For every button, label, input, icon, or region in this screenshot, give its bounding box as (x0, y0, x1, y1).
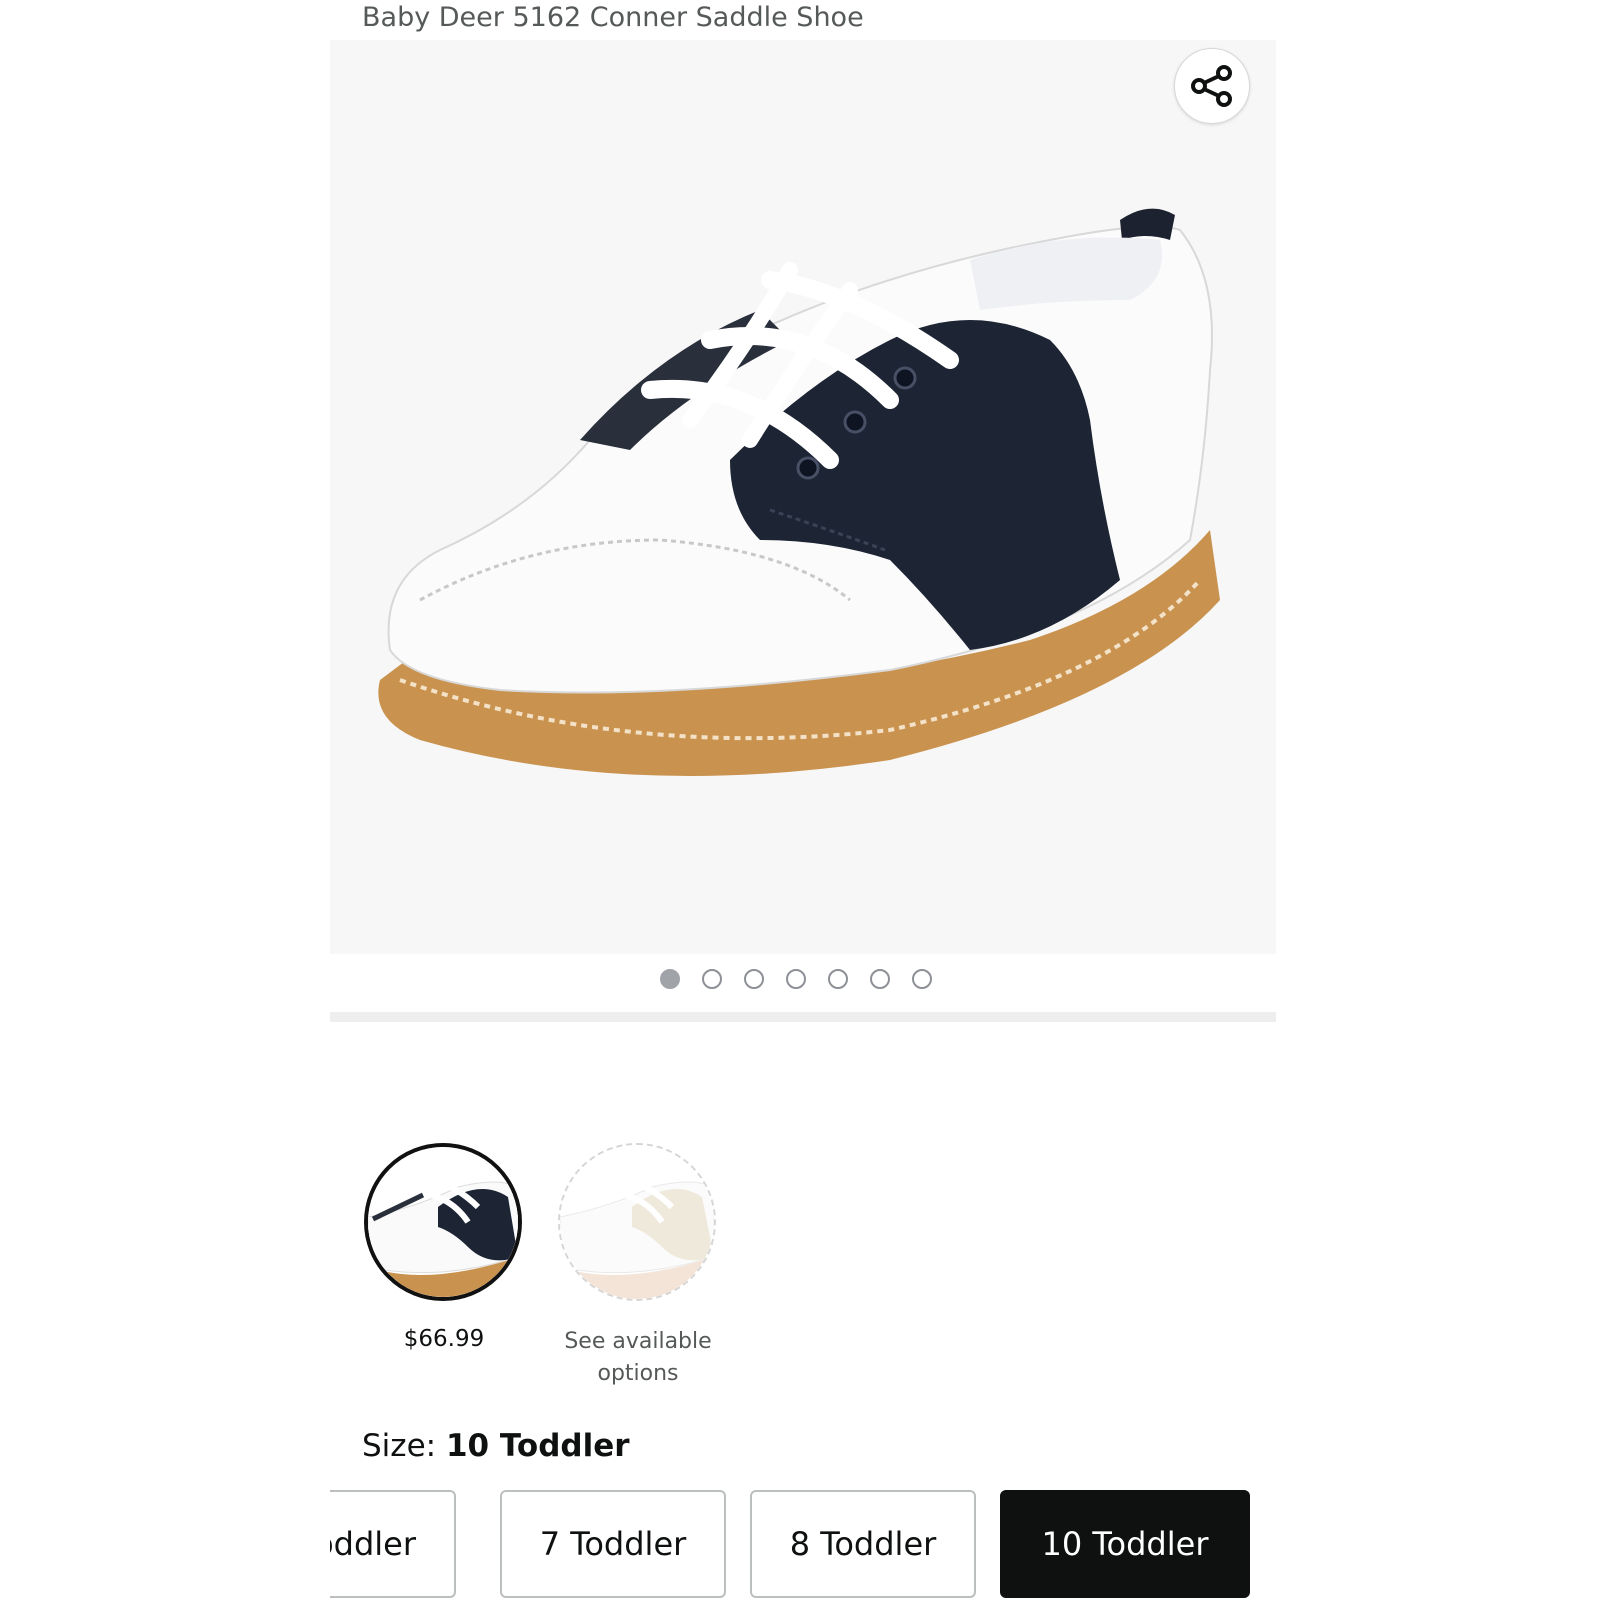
size-selected-value: 10 Toddler (445, 1428, 630, 1464)
carousel-pagination (660, 969, 932, 989)
product-title: Baby Deer 5162 Conner Saddle Shoe (362, 2, 864, 33)
size-option-10-toddler-selected[interactable]: 10 Toddler (1000, 1490, 1250, 1598)
carousel-dot-1[interactable] (660, 969, 680, 989)
size-option-partial[interactable]: Toddler (330, 1490, 456, 1598)
size-options-scroller[interactable]: Toddler 7 Toddler 8 Toddler 10 Toddler (330, 1490, 1276, 1600)
carousel-dot-6[interactable] (870, 969, 890, 989)
carousel-dot-4[interactable] (786, 969, 806, 989)
share-icon (1191, 65, 1232, 107)
swatch-image (368, 1147, 518, 1297)
product-image-carousel[interactable] (330, 40, 1276, 954)
color-swatch-white-beige[interactable] (558, 1143, 716, 1301)
carousel-dot-5[interactable] (828, 969, 848, 989)
size-label: Size: 10 Toddler (362, 1428, 630, 1464)
carousel-dot-7[interactable] (912, 969, 932, 989)
color-swatch-black-white[interactable] (364, 1143, 522, 1301)
share-button[interactable] (1174, 48, 1250, 124)
carousel-dot-3[interactable] (744, 969, 764, 989)
carousel-dot-2[interactable] (702, 969, 722, 989)
size-option-7-toddler[interactable]: 7 Toddler (500, 1490, 726, 1598)
swatch-image (560, 1145, 714, 1299)
swatch-price: $66.99 (403, 1326, 485, 1352)
swatch-availability-note: See available options (564, 1329, 712, 1386)
size-label-prefix: Size: (362, 1428, 437, 1464)
section-divider (330, 1012, 1276, 1022)
product-image (378, 208, 1220, 776)
size-option-8-toddler[interactable]: 8 Toddler (750, 1490, 976, 1598)
